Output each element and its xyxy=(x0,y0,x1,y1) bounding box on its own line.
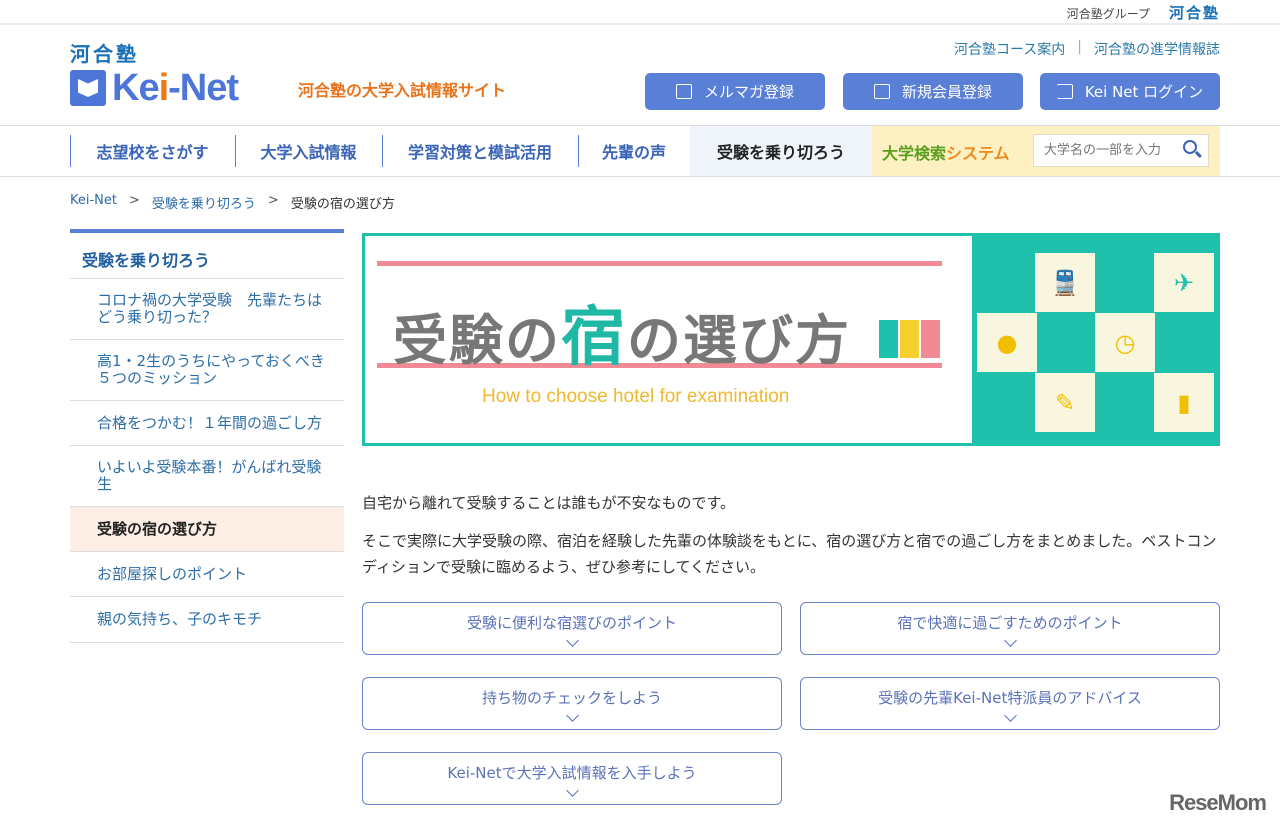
sidebar-item[interactable]: 親の気持ち、子のキモチ xyxy=(70,597,344,643)
university-search: 大学検索システム xyxy=(872,126,1220,176)
sidebar-item-active[interactable]: 受験の宿の選び方 xyxy=(70,507,344,552)
group-label: 河合塾グループ xyxy=(1066,7,1150,21)
kawaijuku-group-logo[interactable]: 河合塾 xyxy=(1169,2,1220,23)
accordion-label: 持ち物のチェックをしよう xyxy=(481,689,662,707)
chevron-down-icon xyxy=(565,784,579,797)
button-label: メルマガ登録 xyxy=(703,83,794,101)
banner-title: 受験の宿の選び方 xyxy=(393,301,851,375)
banner-subtitle: How to choose hotel for examination xyxy=(482,386,790,407)
breadcrumb-current: 受験の宿の選び方 xyxy=(290,197,395,212)
user-icon xyxy=(873,84,890,99)
sidebar: 受験を乗り切ろう コロナ禍の大学受験 先輩たちはどう乗り切った？ 高1・2生のう… xyxy=(70,229,344,643)
kawaijuku-logo[interactable]: 河合塾 xyxy=(70,38,139,67)
chevron-down-icon xyxy=(1003,634,1017,647)
sidebar-item[interactable]: お部屋探しのポイント xyxy=(70,552,344,597)
register-button[interactable]: 新規会員登録 xyxy=(843,73,1023,110)
sidebar-item[interactable]: 合格をつかむ！１年間の過ごし方 xyxy=(70,401,344,446)
resemom-watermark: ReseMom xyxy=(1169,790,1267,815)
banner-divider xyxy=(377,261,942,266)
book-icon xyxy=(70,70,106,106)
university-search-input[interactable] xyxy=(1033,134,1209,167)
glass-icon: ▮ xyxy=(1154,373,1214,432)
sidebar-heading[interactable]: 受験を乗り切ろう xyxy=(70,233,344,279)
section-accordion[interactable]: 宿で快適に過ごすためのポイント xyxy=(800,602,1220,655)
intro-paragraph: 自宅から離れて受験することは誰もが不安なものです。 xyxy=(362,494,736,512)
header-links: 河合塾コース案内 | 河合塾の進学情報誌 xyxy=(954,39,1220,59)
button-label: Kei Net ログイン xyxy=(1084,83,1204,101)
train-icon: 🚆 xyxy=(1035,253,1095,312)
search-system-title: 大学検索システム xyxy=(882,144,1010,163)
building-icon xyxy=(879,320,898,358)
purse-icon: ● xyxy=(977,313,1037,372)
sidebar-item[interactable]: 高1・2生のうちにやっておくべき５つのミッション xyxy=(70,340,344,401)
keinet-logo-text: Kei-Net xyxy=(112,66,239,109)
accordion-label: 宿で快適に過ごすためのポイント xyxy=(897,614,1123,632)
building-icon xyxy=(900,320,919,358)
chevron-right-icon: > xyxy=(129,193,140,208)
sidebar-item[interactable]: コロナ禍の大学受験 先輩たちはどう乗り切った？ xyxy=(70,279,344,340)
building-icon xyxy=(921,320,940,358)
chevron-down-icon xyxy=(1003,709,1017,722)
intro-paragraph: そこで実際に大学受験の際、宿泊を経験した先輩の体験談をもとに、宿の選び方と宿での… xyxy=(362,532,1217,576)
intro-text: 自宅から離れて受験することは誰もが不安なものです。 そこで実際に大学受験の際、宿… xyxy=(362,490,1222,592)
section-accordion[interactable]: 受験に便利な宿選びのポイント xyxy=(362,602,782,655)
breadcrumb-section[interactable]: 受験を乗り切ろう xyxy=(152,193,256,212)
section-accordion[interactable]: Kei-Netで大学入試情報を入手しよう xyxy=(362,752,782,805)
main-nav: 志望校をさがす 大学入試情報 学習対策と模試活用 先輩の声 受験を乗り切ろう 大… xyxy=(0,125,1280,177)
login-button[interactable]: Kei Net ログイン xyxy=(1040,73,1220,110)
course-guide-link[interactable]: 河合塾コース案内 xyxy=(954,39,1065,59)
link-separator: | xyxy=(1077,39,1082,55)
top-bar: 河合塾グループ 河合塾 xyxy=(0,0,1280,25)
button-label: 新規会員登録 xyxy=(901,83,992,101)
watch-icon: ◷ xyxy=(1095,313,1155,372)
sidebar-item[interactable]: いよいよ受験本番！がんばれ受験生 xyxy=(70,446,344,507)
nav-item-study[interactable]: 学習対策と模試活用 xyxy=(382,126,578,176)
mail-icon xyxy=(675,84,692,99)
breadcrumb-home[interactable]: Kei-Net xyxy=(70,193,117,212)
nav-item-seniors[interactable]: 先輩の声 xyxy=(578,126,690,176)
chevron-down-icon xyxy=(565,709,579,722)
accordion-label: Kei-Netで大学入試情報を入手しよう xyxy=(447,764,697,782)
chevron-right-icon: > xyxy=(267,193,279,208)
hero-banner: 受験の宿の選び方 How to choose hotel for examina… xyxy=(362,233,1220,446)
nav-item-get-through-exams[interactable]: 受験を乗り切ろう xyxy=(690,126,872,176)
nav-item-find-school[interactable]: 志望校をさがす xyxy=(70,126,235,176)
airplane-icon: ✈ xyxy=(1154,253,1214,312)
search-icon[interactable] xyxy=(1183,140,1197,154)
newsletter-signup-button[interactable]: メルマガ登録 xyxy=(645,73,825,110)
section-accordion[interactable]: 持ち物のチェックをしよう xyxy=(362,677,782,730)
magazine-link[interactable]: 河合塾の進学情報誌 xyxy=(1094,39,1220,59)
section-accordion[interactable]: 受験の先輩Kei-Net特派員のアドバイス xyxy=(800,677,1220,730)
nav-item-exam-info[interactable]: 大学入試情報 xyxy=(235,126,382,176)
login-icon xyxy=(1056,84,1073,99)
site-tagline: 河合塾の大学入試情報サイト xyxy=(298,81,507,100)
accordion-label: 受験に便利な宿選びのポイント xyxy=(466,614,677,632)
breadcrumb: Kei-Net > 受験を乗り切ろう > 受験の宿の選び方 xyxy=(70,193,395,212)
pencil-icon: ✎ xyxy=(1035,373,1095,432)
chevron-down-icon xyxy=(565,634,579,647)
accordion-label: 受験の先輩Kei-Net特派員のアドバイス xyxy=(878,689,1142,707)
banner-illustration: 🚆 ✈ ● ◷ ✎ ▮ xyxy=(972,236,1217,443)
keinet-logo[interactable]: Kei-Net xyxy=(70,66,239,110)
